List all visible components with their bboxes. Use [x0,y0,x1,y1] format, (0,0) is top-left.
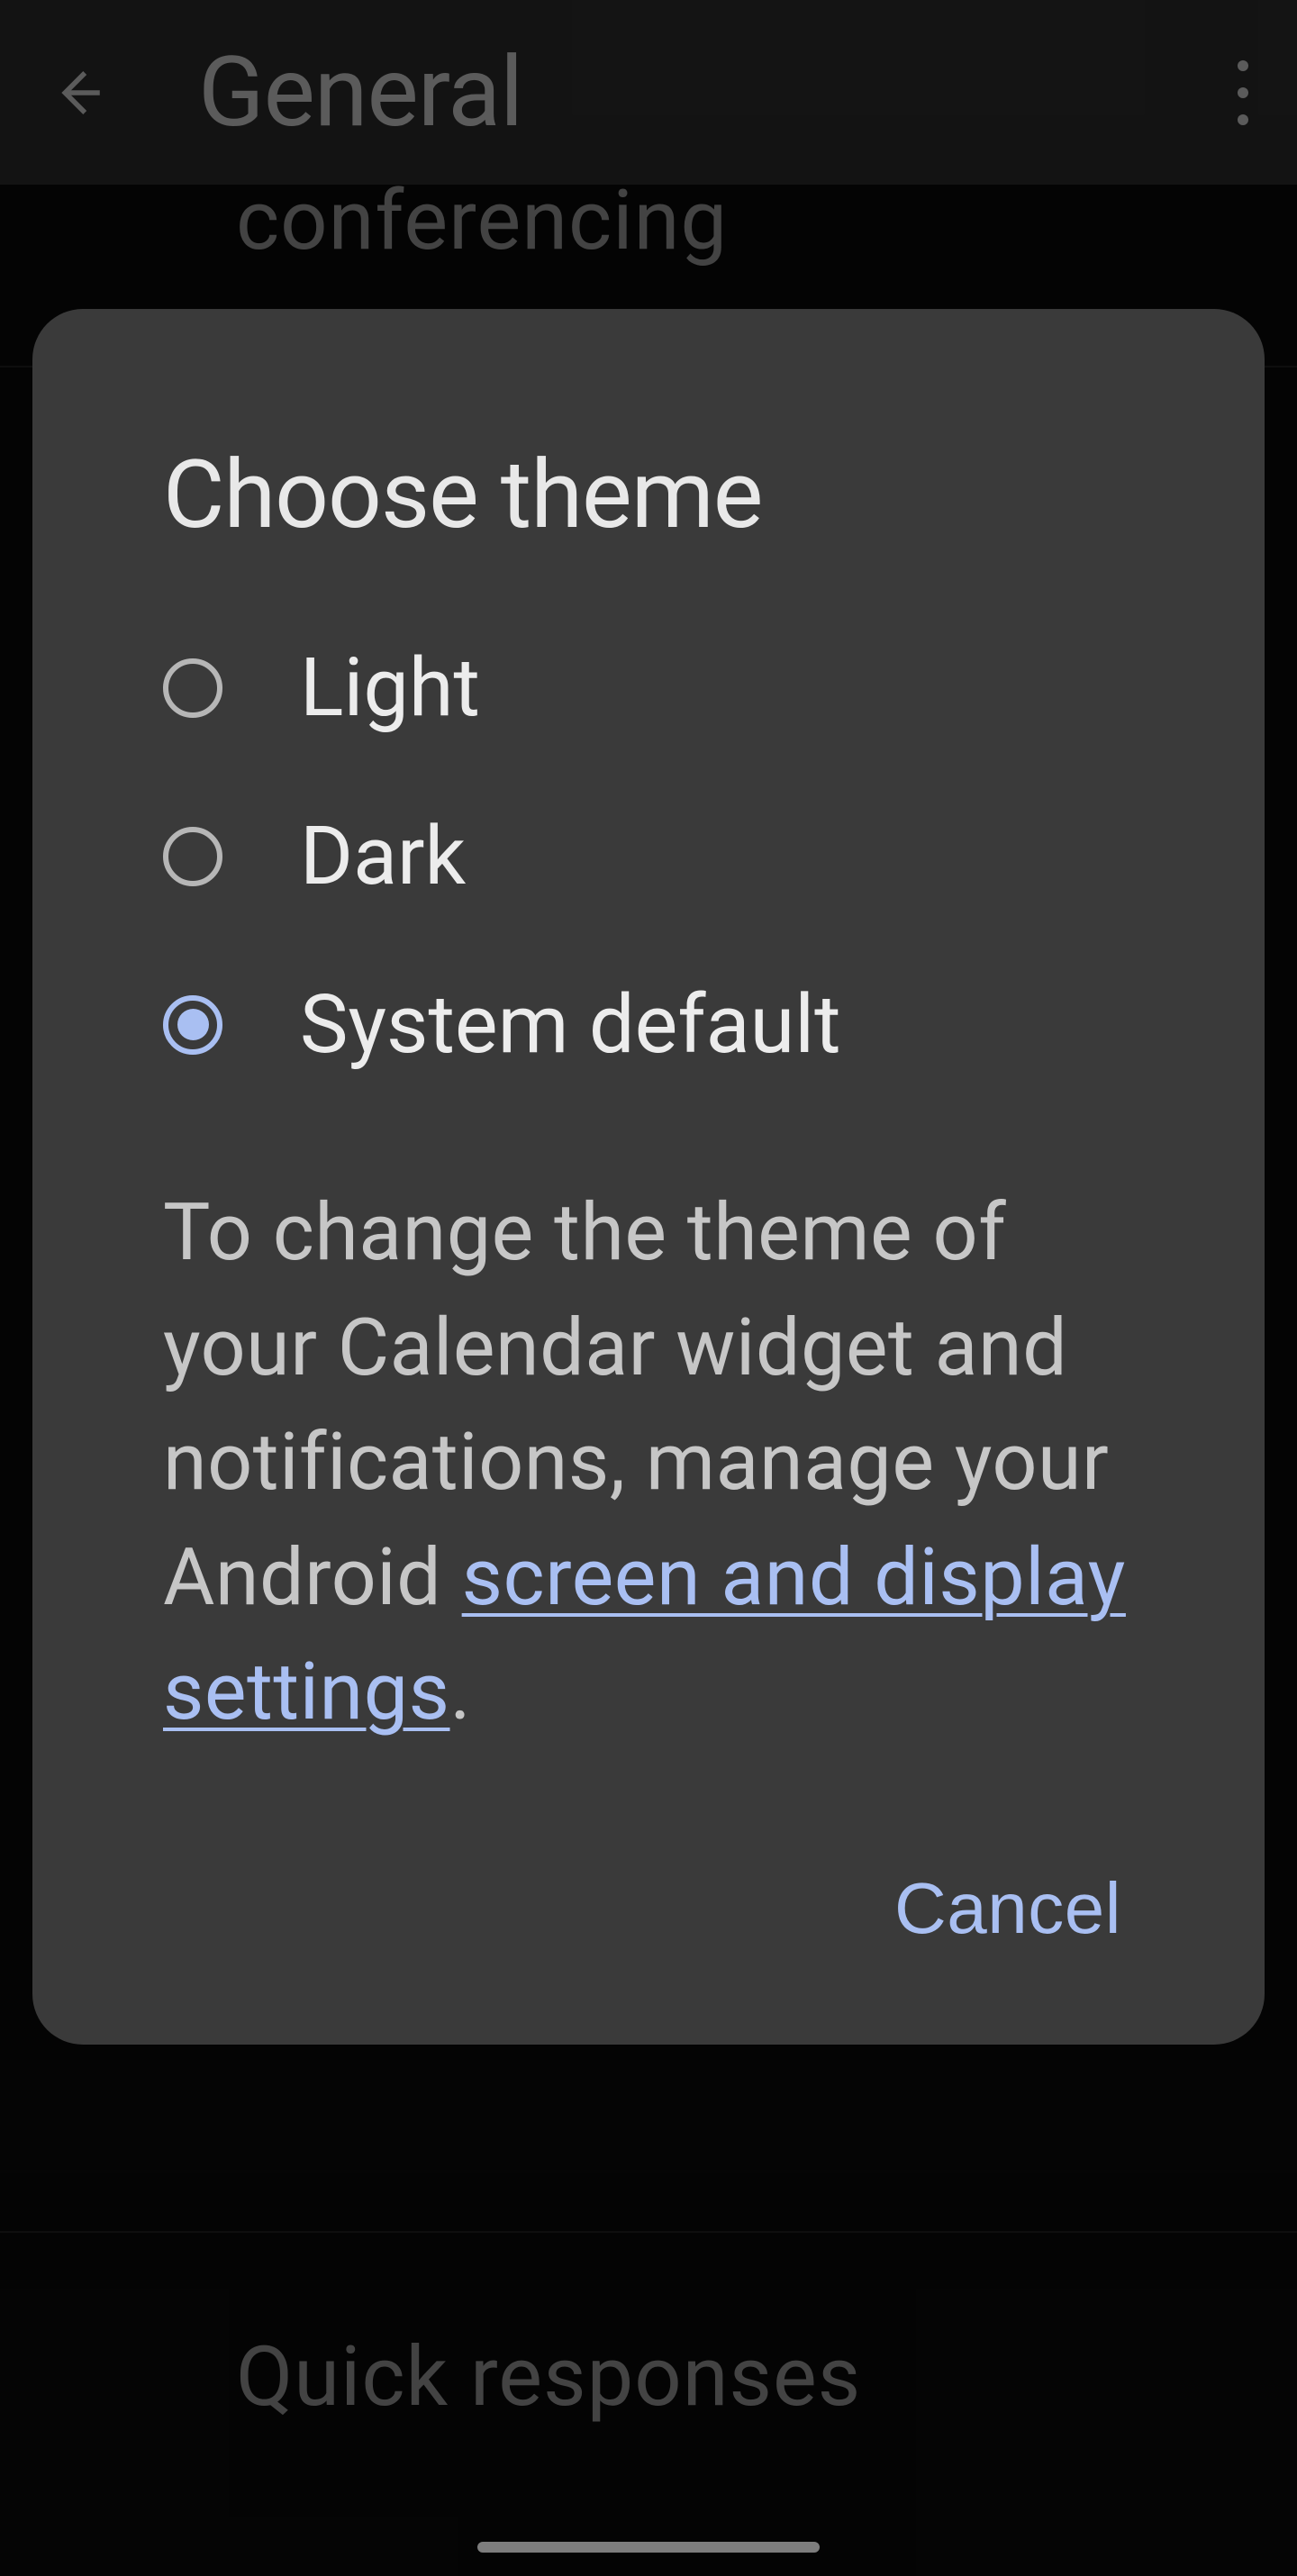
radio-icon [163,827,222,886]
theme-option-dark[interactable]: Dark [163,809,1134,903]
radio-icon [163,658,222,718]
choose-theme-dialog: Choose theme Light Dark System default T… [32,309,1265,2045]
dialog-body: To change the theme of your Calendar wid… [163,1175,1134,1750]
dialog-actions: Cancel [163,1867,1134,1950]
theme-option-light[interactable]: Light [163,640,1134,735]
radio-selected-icon [163,995,222,1055]
dialog-body-post: . [450,1646,472,1738]
radio-label: System default [300,977,841,1072]
cancel-button[interactable]: Cancel [894,1867,1121,1950]
theme-option-system-default[interactable]: System default [163,977,1134,1072]
radio-label: Dark [300,809,466,903]
dialog-title: Choose theme [163,440,1134,550]
radio-label: Light [300,640,480,735]
navigation-handle[interactable] [477,2542,820,2553]
